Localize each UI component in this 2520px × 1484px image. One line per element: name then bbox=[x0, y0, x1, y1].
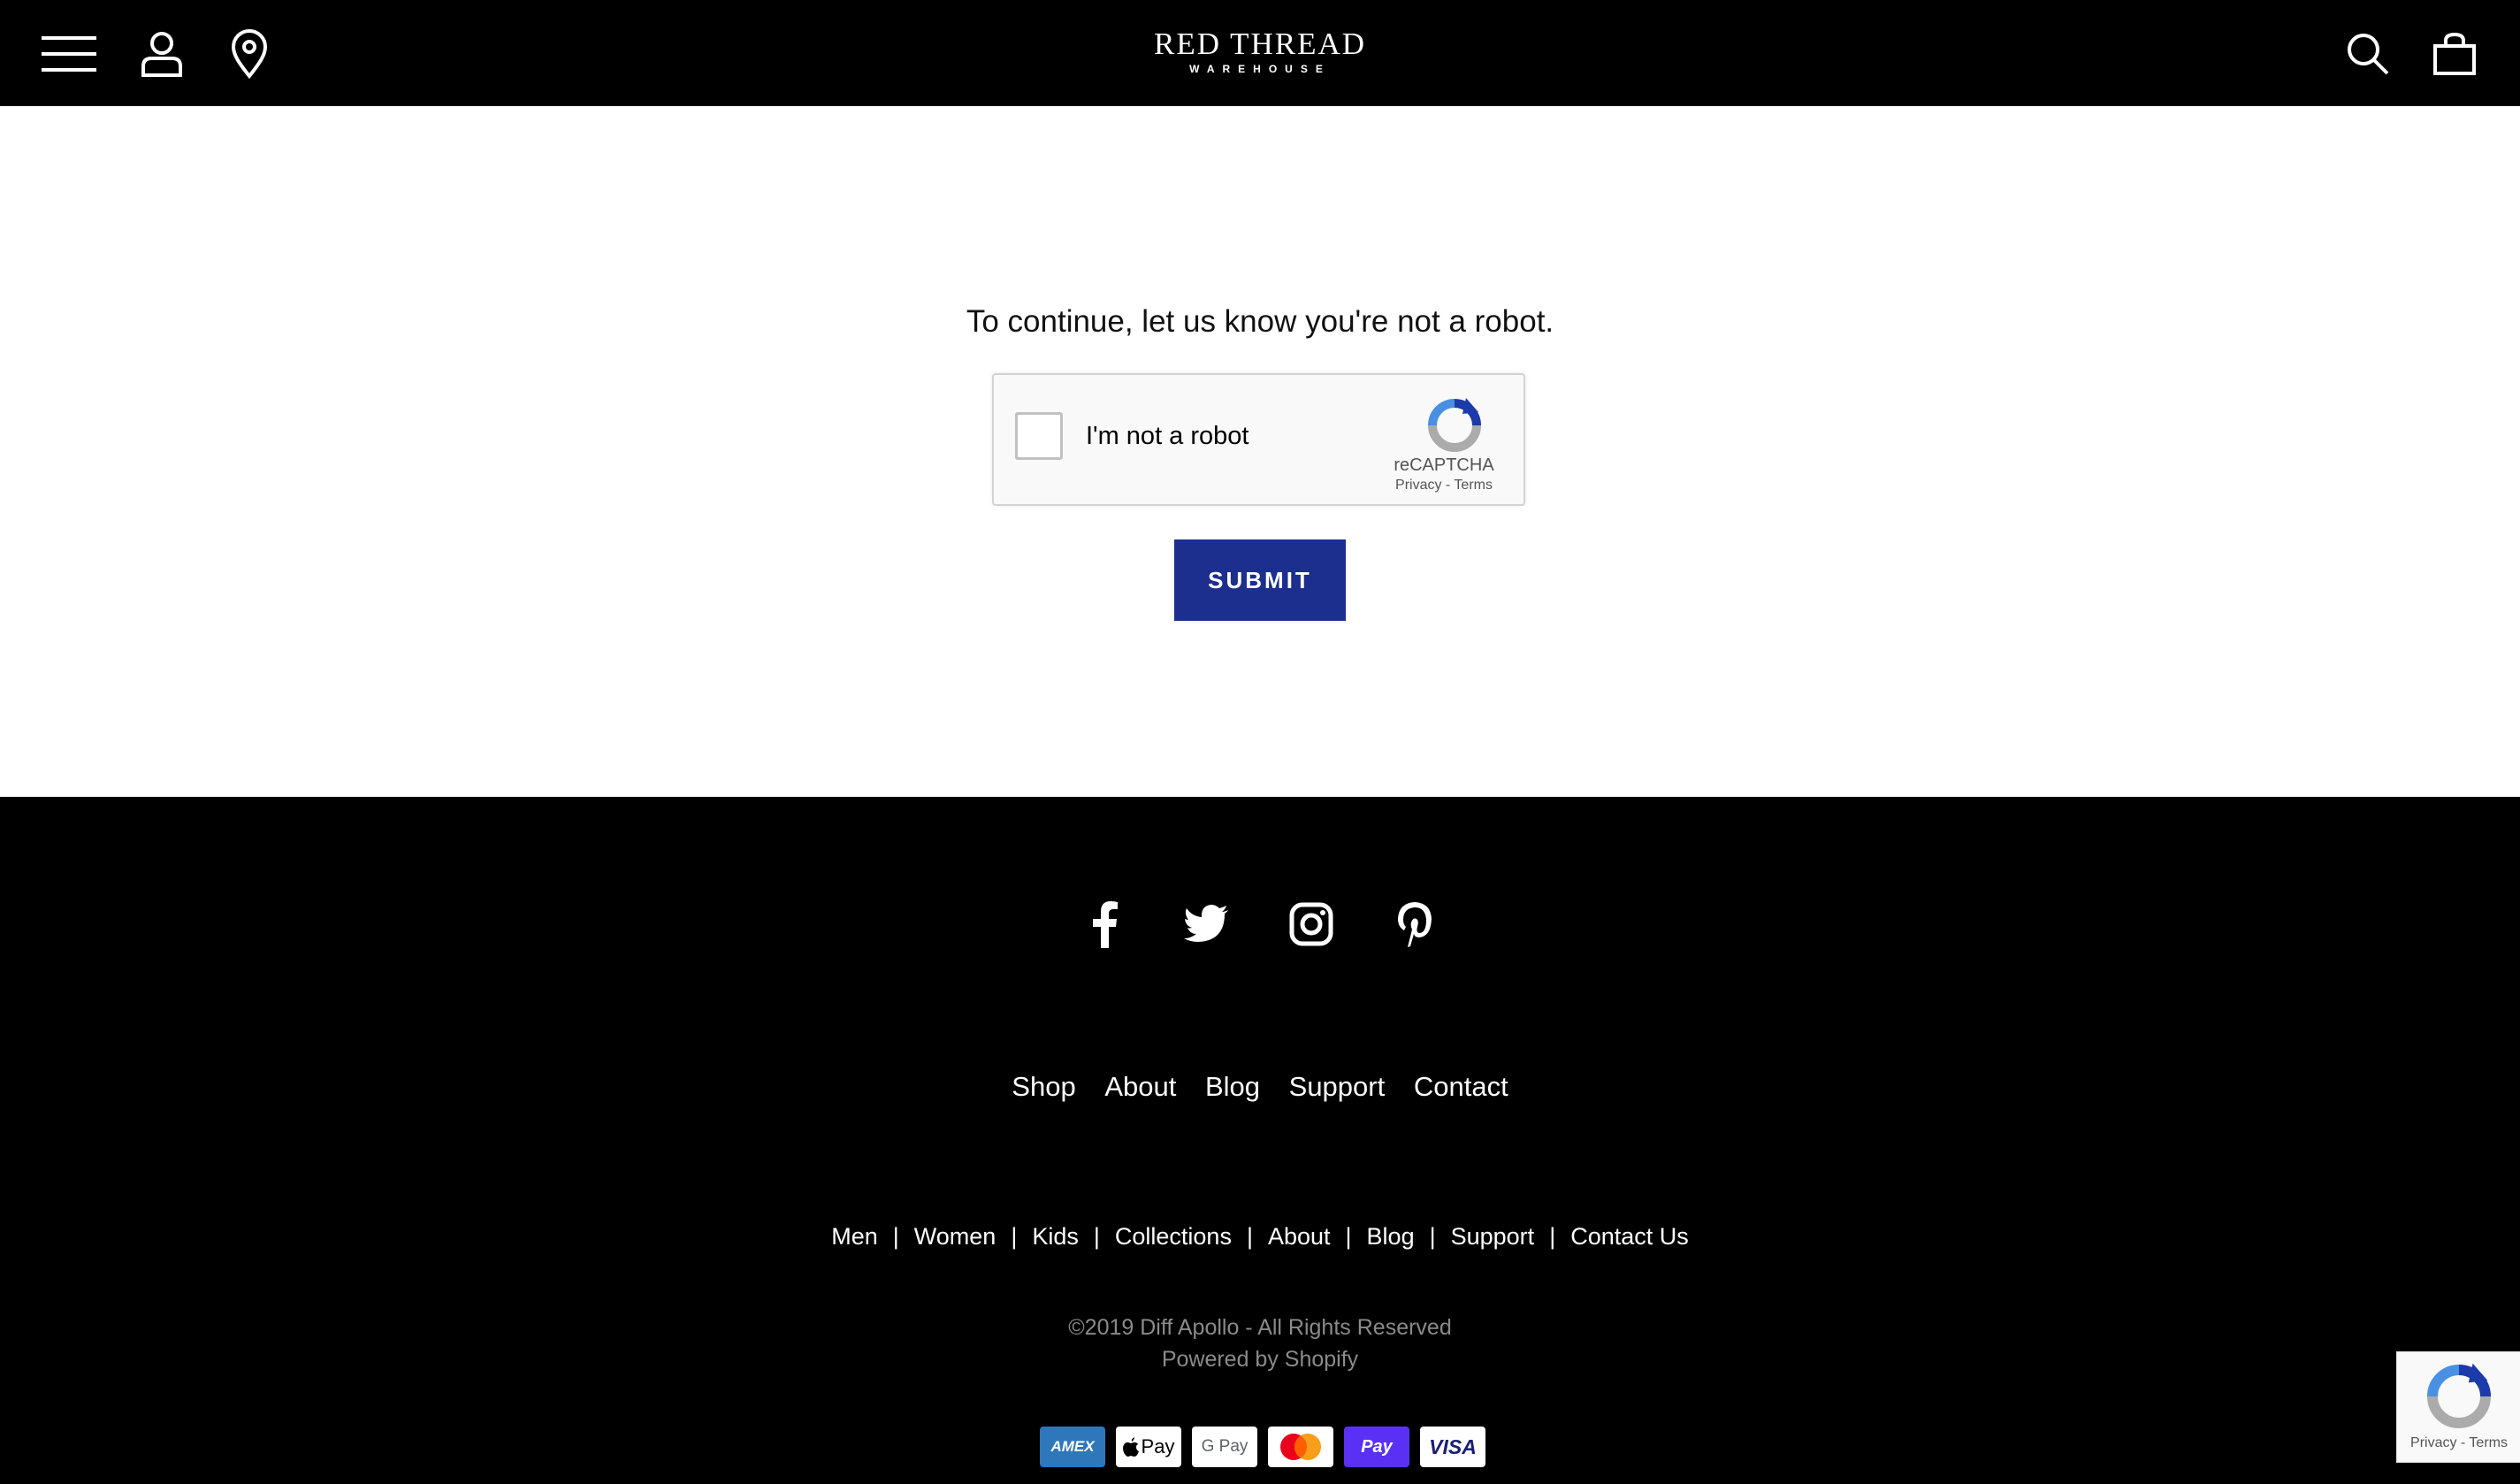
footer-nav-blog[interactable]: Blog bbox=[1205, 1071, 1260, 1102]
twitter-icon[interactable] bbox=[1180, 898, 1233, 951]
shop-pay-icon: Pay bbox=[1344, 1427, 1409, 1467]
footer-link-support[interactable]: Support bbox=[1451, 1223, 1535, 1250]
footer-link-blog[interactable]: Blog bbox=[1367, 1223, 1415, 1250]
powered-by-link[interactable]: Powered by Shopify bbox=[0, 1343, 2520, 1375]
visa-icon: VISA bbox=[1420, 1427, 1485, 1467]
footer-link-contact-us[interactable]: Contact Us bbox=[1570, 1223, 1689, 1250]
separator: | bbox=[1429, 1223, 1436, 1250]
recaptcha-badge-logo-icon bbox=[2427, 1363, 2491, 1428]
footer-nav-contact[interactable]: Contact bbox=[1414, 1071, 1508, 1102]
site-footer: Shop About Blog Support Contact Men | Wome… bbox=[0, 797, 2520, 1484]
recaptcha-privacy-terms-link[interactable]: Privacy - Terms bbox=[1374, 477, 1514, 494]
separator: | bbox=[892, 1223, 899, 1250]
footer-link-about[interactable]: About bbox=[1268, 1223, 1331, 1250]
facebook-icon[interactable] bbox=[1078, 898, 1131, 951]
footer-link-men[interactable]: Men bbox=[831, 1223, 878, 1250]
recaptcha-checkbox[interactable] bbox=[1015, 412, 1063, 460]
separator: | bbox=[1246, 1223, 1253, 1250]
footer-copyright: ©2019 Diff Apollo - All Rights Reserved … bbox=[0, 1312, 2520, 1375]
footer-link-women[interactable]: Women bbox=[914, 1223, 997, 1250]
location-pin-icon[interactable] bbox=[220, 25, 279, 83]
logo-main-text: RED THREAD bbox=[1153, 27, 1367, 61]
separator: | bbox=[1549, 1223, 1556, 1250]
site-header: RED THREAD WAREHOUSE bbox=[0, 0, 2520, 106]
amex-label: AMEX bbox=[1050, 1438, 1095, 1455]
search-icon[interactable] bbox=[2339, 25, 2397, 83]
shop-pay-label: Pay bbox=[1361, 1436, 1393, 1457]
shopping-bag-icon[interactable] bbox=[2425, 25, 2484, 83]
main-content: To continue, let us know you're not a ro… bbox=[0, 106, 2520, 797]
separator: | bbox=[1093, 1223, 1100, 1250]
logo-sub-text: WAREHOUSE bbox=[1189, 63, 1331, 75]
submit-button[interactable]: SUBMIT bbox=[1174, 539, 1346, 621]
amex-icon: AMEX bbox=[1040, 1427, 1105, 1467]
footer-link-kids[interactable]: Kids bbox=[1032, 1223, 1079, 1250]
recaptcha-logo-icon bbox=[1424, 396, 1485, 455]
visa-label: VISA bbox=[1429, 1434, 1477, 1458]
recaptcha-badge-links[interactable]: Privacy - Terms bbox=[2397, 1435, 2520, 1451]
recaptcha-brand: reCAPTCHA bbox=[1394, 455, 1494, 475]
apple-pay-label: Pay bbox=[1141, 1435, 1175, 1457]
separator: | bbox=[1011, 1223, 1018, 1250]
robot-prompt: To continue, let us know you're not a ro… bbox=[966, 304, 1554, 339]
account-icon[interactable] bbox=[133, 25, 191, 83]
copyright-text: ©2019 Diff Apollo - All Rights Reserved bbox=[1068, 1315, 1452, 1340]
payment-methods: AMEX Pay G Pay Pay VISA bbox=[1040, 1427, 1485, 1469]
apple-pay-icon: Pay bbox=[1116, 1427, 1181, 1467]
google-pay-label: G Pay bbox=[1201, 1437, 1249, 1456]
google-pay-icon: G Pay bbox=[1192, 1427, 1257, 1467]
footer-secondary-nav: Men | Women | Kids | Collections | About | Blog | Su… bbox=[0, 1221, 2520, 1251]
instagram-icon[interactable] bbox=[1285, 898, 1338, 951]
recaptcha-badge[interactable]: Privacy - Terms bbox=[2396, 1351, 2520, 1463]
footer-nav-about[interactable]: About bbox=[1104, 1071, 1176, 1102]
footer-primary-nav: Shop About Blog Support Contact bbox=[0, 1069, 2520, 1105]
mastercard-icon bbox=[1268, 1427, 1333, 1467]
menu-icon[interactable] bbox=[40, 25, 98, 83]
pinterest-icon[interactable] bbox=[1388, 898, 1441, 951]
footer-nav-support[interactable]: Support bbox=[1289, 1071, 1386, 1102]
recaptcha-label: I'm not a robot bbox=[1086, 422, 1249, 450]
site-logo[interactable]: RED THREAD WAREHOUSE bbox=[1083, 27, 1437, 80]
recaptcha-widget: I'm not a robot reCAPTCHA Privacy - Term… bbox=[992, 373, 1525, 506]
separator: | bbox=[1345, 1223, 1352, 1250]
footer-link-collections[interactable]: Collections bbox=[1115, 1223, 1232, 1250]
footer-nav-shop[interactable]: Shop bbox=[1012, 1071, 1075, 1102]
